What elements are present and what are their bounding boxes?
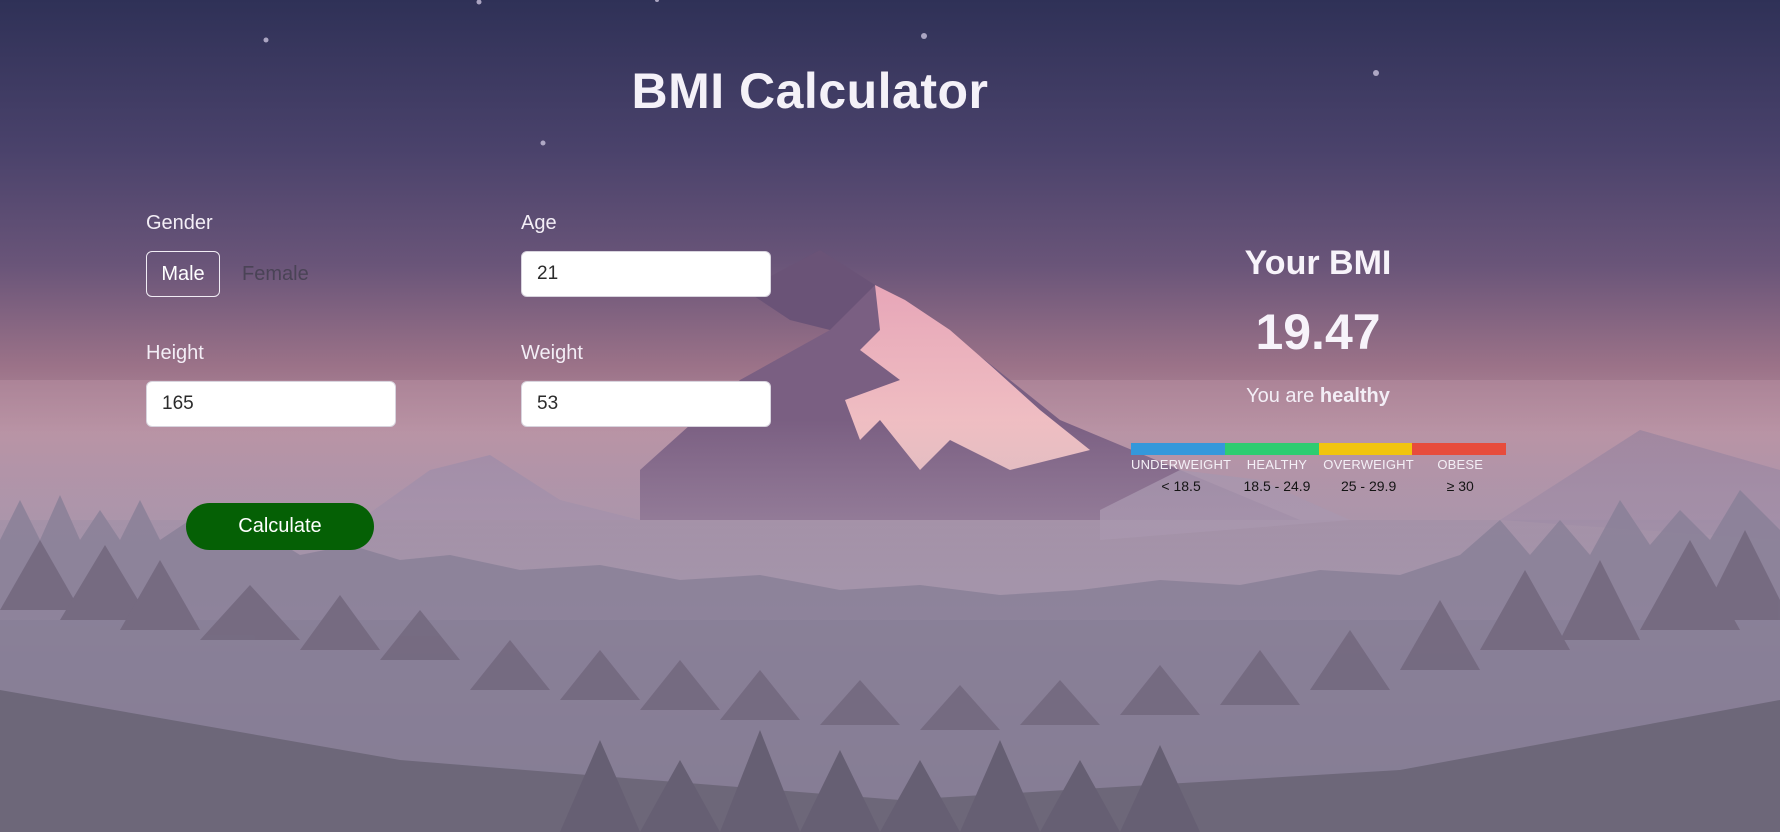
scale-segment-healthy [1224, 443, 1319, 455]
gender-female-button[interactable]: Female [242, 251, 309, 297]
bmi-status: You are healthy [1130, 385, 1506, 408]
scale-segment-overweight [1318, 443, 1413, 455]
result-heading: Your BMI [1244, 244, 1392, 282]
gender-male-button[interactable]: Male [146, 251, 220, 297]
scale-column-overweight: OVERWEIGHT 25 - 29.9 [1323, 457, 1415, 494]
scale-name: UNDERWEIGHT [1131, 457, 1232, 472]
scale-range: 25 - 29.9 [1340, 478, 1397, 494]
weight-label: Weight [521, 342, 583, 364]
bmi-scale: UNDERWEIGHT < 18.5 HEALTHY 18.5 - 24.9 O… [1131, 443, 1506, 494]
height-label: Height [146, 342, 204, 364]
scale-column-obese: OBESE ≥ 30 [1414, 457, 1506, 494]
scale-segment-underweight [1131, 443, 1225, 455]
status-prefix: You are [1246, 385, 1315, 407]
age-input[interactable] [521, 251, 771, 297]
scale-column-underweight: UNDERWEIGHT < 18.5 [1131, 457, 1231, 494]
height-input[interactable] [146, 381, 396, 427]
page-title: BMI Calculator [631, 63, 989, 119]
scale-range: 18.5 - 24.9 [1243, 478, 1311, 494]
scale-name: OVERWEIGHT [1323, 457, 1414, 472]
weight-input[interactable] [521, 381, 771, 427]
age-label: Age [521, 212, 557, 234]
bmi-scale-labels: UNDERWEIGHT < 18.5 HEALTHY 18.5 - 24.9 O… [1131, 457, 1506, 494]
scale-column-healthy: HEALTHY 18.5 - 24.9 [1231, 457, 1323, 494]
bmi-result-panel: Your BMI 19.47 You are healthy [1130, 240, 1506, 408]
scale-range: < 18.5 [1161, 478, 1201, 494]
bmi-scale-bar [1131, 443, 1506, 455]
scale-segment-obese [1412, 443, 1506, 455]
gender-label: Gender [146, 212, 213, 234]
status-value: healthy [1319, 385, 1390, 407]
scale-name: HEALTHY [1246, 457, 1308, 472]
bmi-value: 19.47 [1255, 304, 1381, 360]
scale-name: OBESE [1437, 457, 1484, 472]
calculate-button[interactable]: Calculate [186, 503, 374, 550]
scale-range: ≥ 30 [1446, 478, 1474, 494]
